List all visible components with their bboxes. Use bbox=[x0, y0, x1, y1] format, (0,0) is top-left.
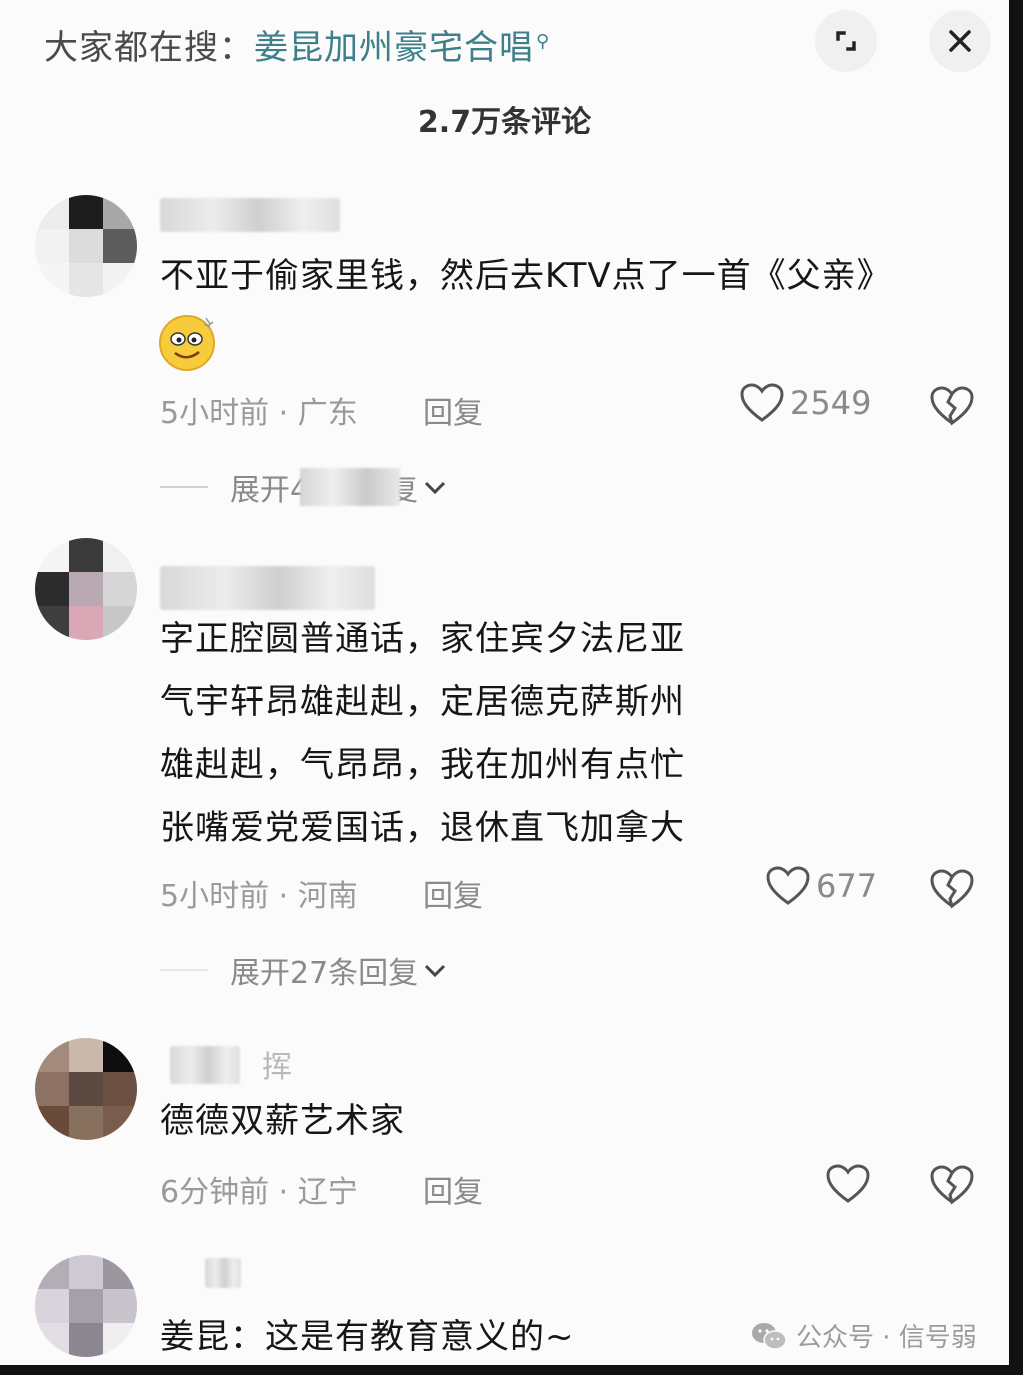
watermark: 公众号 · 信号弱 bbox=[750, 1317, 977, 1354]
avatar-mosaic bbox=[35, 1255, 137, 1357]
wechat-icon bbox=[752, 1322, 787, 1350]
comment-text-line: 姜昆：这是有教育意义的~ bbox=[160, 1317, 575, 1357]
watermark-text: 公众号 · 信号弱 bbox=[796, 1323, 977, 1353]
comment-item: 姜昆：这是有教育意义的~ bbox=[0, 0, 1009, 1365]
screenshot-frame: 大家都在搜：姜昆加州豪宅合唱 ⚲ 2.7万条评论 不亚于偷家里钱，然后去KTV点了… bbox=[0, 0, 1023, 1375]
avatar[interactable] bbox=[35, 1255, 137, 1357]
username-blurred[interactable] bbox=[205, 1258, 241, 1288]
